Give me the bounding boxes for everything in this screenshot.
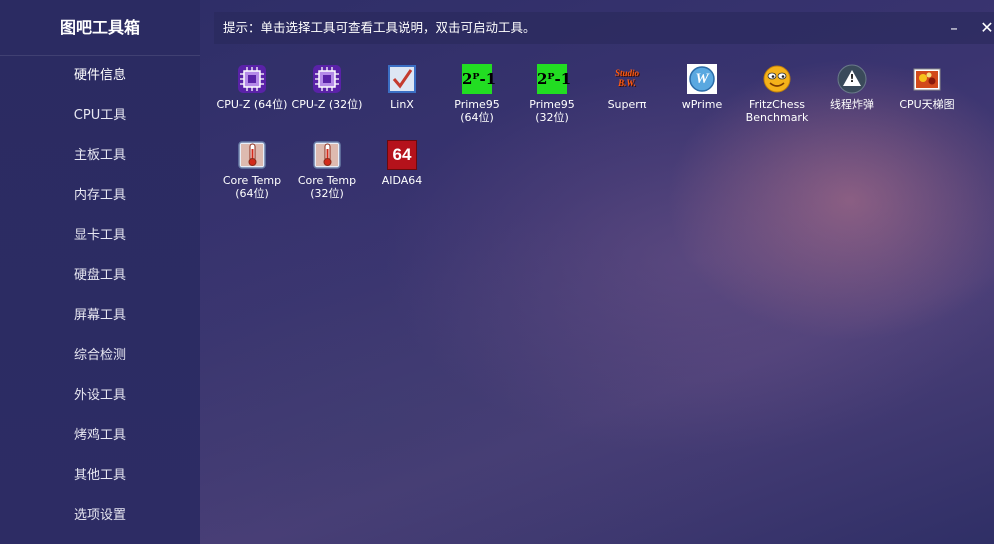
sidebar-item-label: 主板工具 [73,148,126,163]
superpi-icon: Studio B.W. [612,64,642,94]
sidebar-item-label: CPU工具 [73,108,127,123]
tool-label: CPU-Z (64位) [216,98,288,111]
sidebar-item-label: 显卡工具 [73,228,126,243]
sidebar-item-settings[interactable]: 选项设置 [0,496,200,536]
tool-superpi[interactable]: Studio B.W. Superπ [590,64,664,111]
tool-wprime[interactable]: W wPrime [665,64,739,111]
prime95-icon: 2ᴾ-1 [462,64,497,94]
close-button[interactable]: ✕ [977,12,994,44]
tool-label: LinX [390,98,414,111]
sidebar-item-motherboard-tools[interactable]: 主板工具 [0,136,200,176]
tool-core-temp-64[interactable]: Core Temp (64位) [215,140,289,200]
cpuz-icon [312,64,342,94]
tool-label: Superπ [607,98,647,111]
sidebar-item-gpu-tools[interactable]: 显卡工具 [0,216,200,256]
tool-label: 线程炸弹 [830,98,874,111]
sidebar-item-screen-tools[interactable]: 屏幕工具 [0,296,200,336]
tool-label: Core Temp (64位) [222,174,282,200]
app-window: 图吧工具箱 硬件信息 CPU工具 主板工具 内存工具 显卡工具 硬盘工具 屏幕工… [0,0,994,544]
sidebar: 图吧工具箱 硬件信息 CPU工具 主板工具 内存工具 显卡工具 硬盘工具 屏幕工… [0,0,200,544]
tool-aida64[interactable]: 64 AIDA64 [365,140,439,187]
tool-prime95-32[interactable]: 2ᴾ-1 Prime95 (32位) [515,64,589,124]
cpuz-icon [237,64,267,94]
tool-label: CPU-Z (32位) [291,98,363,111]
tool-label: Prime95 (64位) [454,98,500,124]
app-title: 图吧工具箱 [59,18,140,37]
wprime-icon-text: W [695,71,709,87]
warning-icon-text: ! [849,72,855,85]
tool-label: FritzChess Benchmark [745,98,809,124]
tool-label: Prime95 (32位) [529,98,575,124]
sidebar-item-label: 外设工具 [73,388,126,403]
sidebar-item-hardware-info[interactable]: 硬件信息 [0,56,200,96]
thermometer-icon [312,140,342,170]
prime95-icon-text: 2ᴾ-1 [537,70,572,88]
warning-icon: ! [837,64,867,94]
superpi-icon-text: Studio B.W. [614,68,639,88]
sidebar-item-label: 烤鸡工具 [73,428,126,443]
sidebar-item-label: 屏幕工具 [73,308,126,323]
tool-label: wPrime [681,98,723,111]
tool-cpu-ladder[interactable]: CPU天梯图 [890,64,964,111]
sidebar-item-label: 硬盘工具 [73,268,126,283]
sidebar-item-label: 其他工具 [73,468,126,483]
tool-core-temp-32[interactable]: Core Temp (32位) [290,140,364,200]
prime95-icon-text: 2ᴾ-1 [462,70,497,88]
tool-label: AIDA64 [381,174,423,187]
sidebar-item-disk-tools[interactable]: 硬盘工具 [0,256,200,296]
sidebar-item-other-tools[interactable]: 其他工具 [0,456,200,496]
sidebar-item-general-test[interactable]: 综合检测 [0,336,200,376]
tool-cpuz-64[interactable]: CPU-Z (64位) [215,64,289,111]
tool-linx[interactable]: LinX [365,64,439,111]
prime95-icon: 2ᴾ-1 [537,64,572,94]
tool-label: Core Temp (32位) [297,174,357,200]
tool-cpuz-32[interactable]: CPU-Z (32位) [290,64,364,111]
sidebar-item-label: 内存工具 [73,188,126,203]
sidebar-item-peripheral-tools[interactable]: 外设工具 [0,376,200,416]
sidebar-item-label: 硬件信息 [73,68,126,83]
hint-text: 提示：单击选择工具可查看工具说明，双击可启动工具。 [223,20,536,35]
sidebar-item-label: 综合检测 [73,348,126,363]
tool-prime95-64[interactable]: 2ᴾ-1 Prime95 (64位) [440,64,514,124]
minimize-button[interactable]: – [944,12,964,44]
sidebar-item-memory-tools[interactable]: 内存工具 [0,176,200,216]
aida64-icon-text: 64 [392,145,412,164]
cpu-ladder-image-icon [912,64,942,94]
fritz-smiley-icon [762,64,792,94]
tool-label: CPU天梯图 [899,98,955,111]
linx-checkbox-icon [387,64,417,94]
tool-fritzchess[interactable]: FritzChess Benchmark [740,64,814,124]
sidebar-item-label: 选项设置 [73,508,126,523]
sidebar-item-stress-tools[interactable]: 烤鸡工具 [0,416,200,456]
hint-bar: 提示：单击选择工具可查看工具说明，双击可启动工具。 [214,12,994,44]
sidebar-item-cpu-tools[interactable]: CPU工具 [0,96,200,136]
tool-thread-bomb[interactable]: ! 线程炸弹 [815,64,889,111]
thermometer-icon [237,140,267,170]
wprime-icon: W [687,64,717,94]
aida64-icon: 64 [387,140,417,170]
